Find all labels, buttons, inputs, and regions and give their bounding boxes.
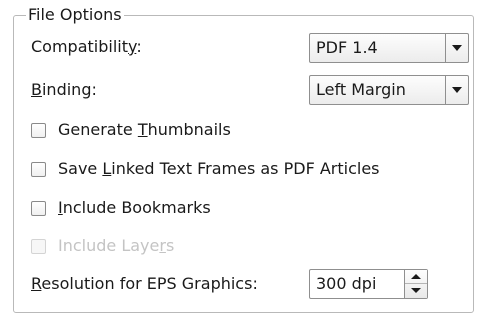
binding-value: Left Margin [316, 80, 406, 99]
resolution-label: Resolution for EPS Graphics: [31, 274, 258, 293]
save-linked-text-frames-label[interactable]: Save Linked Text Frames as PDF Articles [58, 158, 380, 180]
compatibility-select[interactable]: PDF 1.4 [309, 33, 469, 63]
generate-thumbnails-label[interactable]: Generate Thumbnails [58, 119, 231, 141]
spin-up-icon [411, 274, 421, 279]
binding-select[interactable]: Left Margin [309, 75, 469, 105]
binding-label: Binding: [31, 80, 97, 99]
compatibility-dropdown-button[interactable] [445, 34, 468, 62]
compatibility-label: Compatibility: [31, 37, 142, 56]
resolution-value[interactable]: 300 dpi [316, 273, 376, 295]
spin-down-icon [411, 288, 421, 293]
spin-up-button[interactable] [405, 270, 427, 284]
group-title: File Options [26, 4, 124, 26]
binding-dropdown-button[interactable] [445, 76, 468, 104]
include-layers-label[interactable]: Include Layers [58, 235, 174, 257]
chevron-down-icon [452, 45, 462, 51]
save-linked-text-frames-checkbox[interactable] [31, 162, 46, 177]
generate-thumbnails-checkbox[interactable] [31, 123, 46, 138]
include-layers-checkbox[interactable] [31, 239, 46, 254]
chevron-down-icon [452, 87, 462, 93]
include-bookmarks-label[interactable]: Include Bookmarks [58, 197, 211, 219]
spin-down-button[interactable] [405, 284, 427, 298]
compatibility-value: PDF 1.4 [316, 38, 378, 57]
resolution-spin-buttons [404, 270, 427, 298]
resolution-spinbox[interactable]: 300 dpi [309, 269, 428, 299]
include-bookmarks-checkbox[interactable] [31, 201, 46, 216]
